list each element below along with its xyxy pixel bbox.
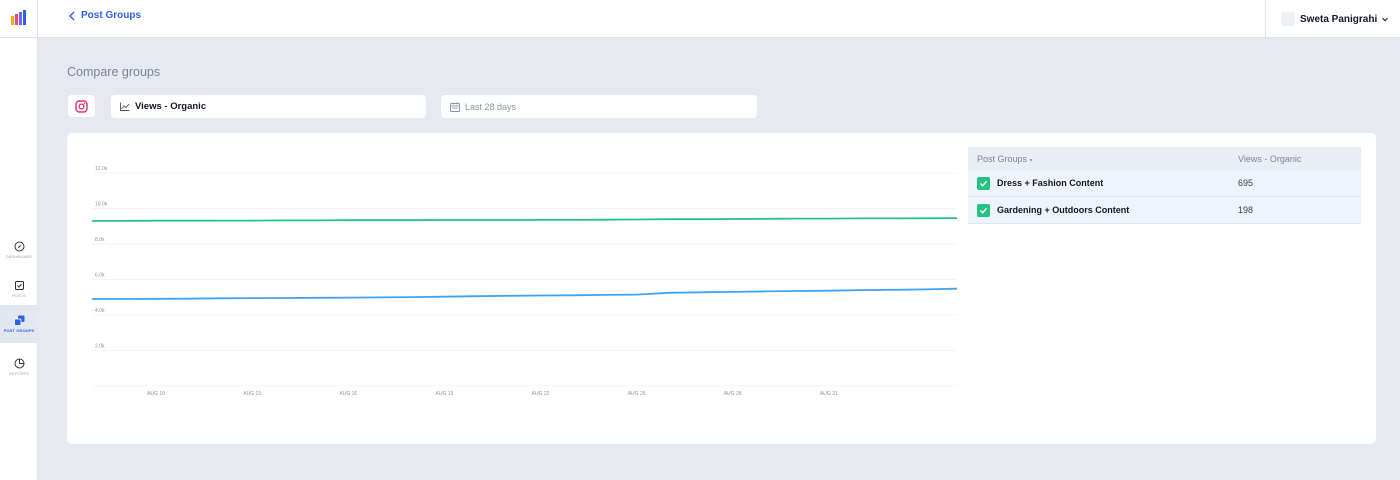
date-range-dropdown[interactable]: Last 28 days [441,95,757,118]
y-tick-label: 4.0k [95,308,105,314]
date-range-label: Last 28 days [465,101,517,112]
x-tick-label: AUG 13 [243,391,261,397]
checkmark-icon [979,180,988,187]
y-tick-label: 10.0k [95,202,108,208]
sidebar-item-label: Reports [9,371,29,376]
group-name: Gardening + Outdoors Content [997,205,1130,215]
line-chart-icon [120,102,130,111]
metric-dropdown[interactable]: Views - Organic [111,95,426,118]
x-tick-label: AUG 19 [436,391,454,397]
avatar [1281,12,1295,26]
table-row: Gardening + Outdoors Content 198 [968,197,1361,224]
x-tick-label: AUG 28 [724,391,742,397]
compass-icon [14,241,24,252]
x-tick-label: AUG 22 [532,391,550,397]
chevron-left-icon [69,11,75,20]
platform-instagram-button[interactable] [68,95,95,117]
group-checkbox[interactable] [977,203,990,217]
sidebar-item-posts[interactable]: Posts [0,270,38,308]
x-tick-label: AUG 10 [147,391,165,397]
column-header-views: Views - Organic [1238,153,1302,164]
logo-icon [11,10,26,25]
page-title: Compare groups [67,65,161,79]
instagram-icon [75,99,88,113]
back-to-post-groups-link[interactable]: Post Groups [68,10,141,21]
x-tick-label: AUG 31 [820,391,838,397]
group-views-value: 198 [1238,205,1254,215]
group-name: Dress + Fashion Content [997,178,1104,188]
post-icon [14,281,24,290]
y-tick-label: 8.0k [95,237,105,243]
sidebar: Dashboard Posts Post Groups Reports [0,38,38,480]
app-logo[interactable] [0,0,38,38]
metric-label: Views - Organic [135,101,207,112]
sidebar-item-label: Dashboard [5,254,33,259]
sidebar-item-dashboard[interactable]: Dashboard [0,231,38,269]
table-row: Dress + Fashion Content 695 [968,170,1361,197]
sidebar-item-label: Posts [11,293,27,298]
comparison-card: 2.0k 4.0k 6.0k 8.0k 10.0k 12.0k AUG 10 AUG 13 AU… [67,133,1376,444]
back-label: Post Groups [81,10,142,21]
sidebar-item-post-groups[interactable]: Post Groups [0,305,38,343]
user-name: Sweta Panigrahi [1300,13,1378,25]
checkmark-icon [979,207,988,214]
top-bar: Post Groups Sweta Panigrahi [0,0,1400,38]
calendar-icon [450,102,460,112]
views-line-chart: 2.0k 4.0k 6.0k 8.0k 10.0k 12.0k AUG 10 AUG 13 AU… [92,166,958,397]
sidebar-item-label: Post Groups [3,328,35,333]
y-tick-label: 6.0k [95,273,105,279]
sort-icon: ▾ [1029,157,1033,164]
series-line-dress-fashion [92,217,958,222]
y-tick-label: 12.0k [95,166,108,172]
group-checkbox[interactable] [977,176,990,190]
post-groups-icon [13,315,24,326]
series-line-gardening-outdoors [92,287,958,300]
y-tick-label: 2.0k [95,344,105,350]
table-header: Post Groups ▾ Views - Organic [968,147,1361,170]
reports-icon [14,358,24,369]
chevron-down-icon [1382,17,1389,22]
group-views-value: 695 [1238,178,1254,188]
column-header-post-groups[interactable]: Post Groups ▾ [968,154,1238,164]
user-menu[interactable]: Sweta Panigrahi [1265,0,1400,38]
column-header-label: Post Groups [977,153,1028,164]
sidebar-item-reports[interactable]: Reports [0,348,38,386]
x-tick-label: AUG 25 [628,391,646,397]
post-groups-table: Post Groups ▾ Views - Organic Dress + Fa… [968,147,1361,224]
x-tick-label: AUG 16 [339,391,357,397]
